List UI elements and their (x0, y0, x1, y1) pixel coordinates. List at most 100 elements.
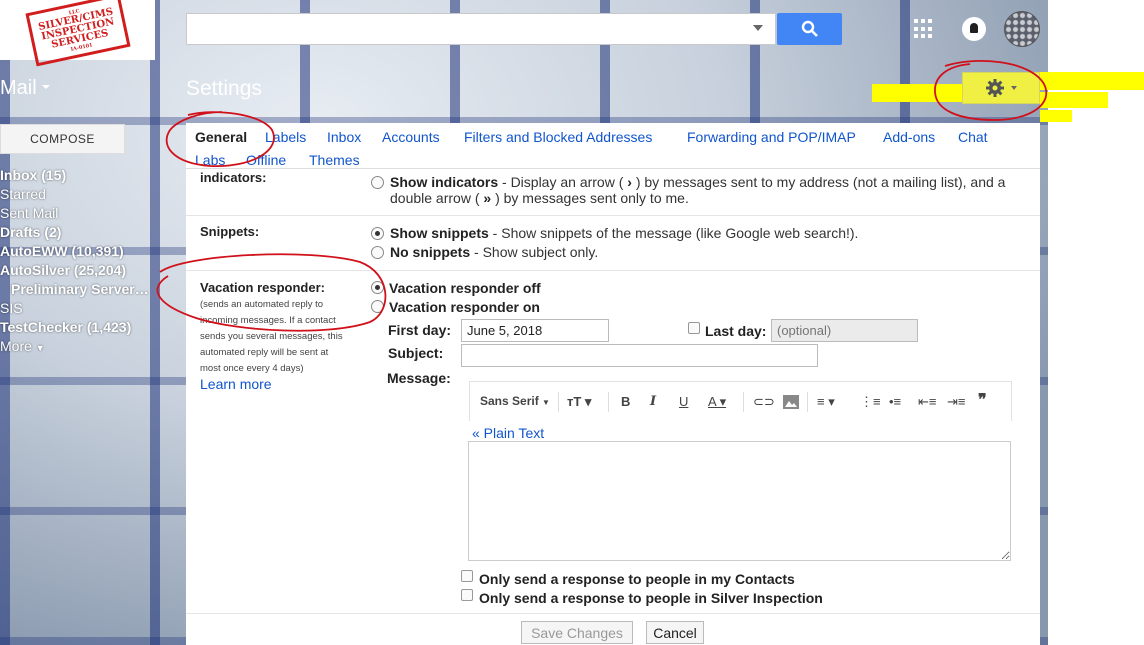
cancel-button[interactable]: Cancel (646, 621, 704, 644)
show-indicators-title: Show indicators (390, 174, 499, 190)
company-logo[interactable]: LLC SILVER/CIMS INSPECTION SERVICES IA-0… (0, 0, 155, 67)
toolbar-divider (608, 392, 609, 412)
show-snippets-title: Show snippets (390, 225, 489, 241)
vacation-on-radio[interactable] (371, 300, 384, 313)
sidebar-item-more[interactable]: More ▼ (0, 337, 186, 356)
indicators-text: ) by messages sent only to me. (491, 190, 689, 206)
first-day-label: First day: (388, 322, 452, 338)
toolbar-divider (807, 392, 808, 412)
indicators-text: - Display an arrow ( (498, 174, 628, 190)
search-options-dropdown-icon[interactable] (752, 24, 768, 36)
compose-button[interactable]: COMPOSE (0, 124, 125, 154)
sidebar-item-sis[interactable]: SIS (0, 299, 186, 318)
sidebar-item-sent-mail[interactable]: Sent Mail (0, 204, 186, 223)
avatar[interactable] (1004, 11, 1040, 47)
link-icon[interactable]: ⊂⊃ (753, 394, 775, 410)
indicators-label: indicators: (200, 170, 267, 185)
show-indicators-option-line2: double arrow ( » ) by messages sent only… (390, 190, 689, 206)
toolbar-divider (558, 392, 559, 412)
indent-more-icon[interactable]: ⇥≡ (947, 394, 965, 410)
font-family-value: Sans Serif (480, 394, 539, 408)
image-icon[interactable] (783, 395, 799, 412)
learn-more-link[interactable]: Learn more (200, 376, 272, 392)
save-changes-button[interactable]: Save Changes (521, 621, 633, 644)
sidebar-more-label: More (0, 338, 32, 354)
vacation-responder-label: Vacation responder: (200, 280, 325, 295)
tab-general[interactable]: General (195, 129, 247, 145)
align-icon[interactable]: ≡ ▾ (817, 394, 835, 410)
first-day-input[interactable] (461, 319, 609, 342)
show-indicators-option: Show indicators - Display an arrow ( › )… (390, 174, 1005, 190)
subject-input[interactable] (461, 344, 818, 367)
tab-themes[interactable]: Themes (309, 152, 360, 168)
show-indicators-radio[interactable] (371, 176, 384, 189)
page-title: Settings (186, 77, 262, 100)
show-snippets-option: Show snippets - Show snippets of the mes… (390, 225, 858, 241)
apps-grid-icon[interactable] (914, 19, 934, 39)
font-size-icon[interactable]: тT ▾ (567, 394, 591, 410)
description-line: (sends an automated reply to (200, 299, 324, 310)
quote-icon[interactable]: ❞ (978, 390, 987, 410)
indent-less-icon[interactable]: ⇤≡ (918, 394, 936, 410)
vacation-on-label: Vacation responder on (389, 299, 540, 315)
contacts-only-label: Only send a response to people in my Con… (479, 571, 795, 587)
sidebar-item-autosilver[interactable]: AutoSilver (25,204) (0, 261, 186, 280)
sidebar-item-preliminary-server[interactable]: Preliminary Server… (0, 280, 186, 299)
no-snippets-title: No snippets (390, 244, 471, 260)
domain-only-label: Only send a response to people in Silver… (479, 590, 823, 606)
settings-panel: General Labels Inbox Accounts Filters an… (186, 123, 1040, 645)
settings-tabs: General Labels Inbox Accounts Filters an… (186, 123, 1040, 169)
tab-inbox[interactable]: Inbox (327, 129, 361, 145)
bold-icon[interactable]: B (621, 394, 630, 409)
mail-app-switcher[interactable]: Mail (0, 77, 37, 100)
chevron-down-icon (1011, 86, 1017, 90)
tab-add-ons[interactable]: Add-ons (883, 129, 935, 145)
show-snippets-radio[interactable] (371, 227, 384, 240)
search-icon (801, 20, 818, 37)
tab-labels[interactable]: Labels (265, 129, 306, 145)
divider (186, 215, 1040, 216)
sidebar: Inbox (15) Starred Sent Mail Drafts (2) … (0, 166, 186, 356)
bulleted-list-icon[interactable]: •≡ (889, 394, 901, 409)
highlighter-mark (872, 84, 967, 102)
description-line: most once every 4 days) (200, 363, 304, 374)
sidebar-item-autoeww[interactable]: AutoEWW (10,391) (0, 242, 186, 261)
show-snippets-text: - Show snippets of the message (like Goo… (488, 225, 859, 241)
sidebar-item-starred[interactable]: Starred (0, 185, 186, 204)
font-family-select[interactable]: Sans Serif ▼ (480, 394, 550, 408)
search-input[interactable] (186, 13, 776, 45)
toolbar-divider (743, 392, 744, 412)
plain-text-link[interactable]: « Plain Text (472, 425, 544, 441)
last-day-input[interactable] (771, 319, 918, 342)
tab-labs[interactable]: Labs (195, 152, 225, 168)
tab-chat[interactable]: Chat (958, 129, 988, 145)
underline-icon[interactable]: U (679, 394, 688, 409)
sidebar-item-testchecker[interactable]: TestChecker (1,423) (0, 318, 186, 337)
search-button[interactable] (777, 13, 842, 45)
divider (186, 270, 1040, 271)
vacation-off-radio[interactable] (371, 281, 384, 294)
description-line: incoming messages. If a contact (200, 315, 336, 326)
tab-offline[interactable]: Offline (246, 152, 286, 168)
sidebar-item-drafts[interactable]: Drafts (2) (0, 223, 186, 242)
snippets-label: Snippets: (200, 224, 260, 239)
contacts-only-checkbox[interactable] (461, 570, 473, 582)
sidebar-item-inbox[interactable]: Inbox (15) (0, 166, 186, 185)
settings-button[interactable] (962, 72, 1040, 104)
tab-forwarding[interactable]: Forwarding and POP/IMAP (687, 129, 856, 145)
numbered-list-icon[interactable]: ⋮≡ (860, 394, 881, 410)
vacation-responder-description: (sends an automated reply to incoming me… (200, 297, 360, 377)
tab-accounts[interactable]: Accounts (382, 129, 440, 145)
chevron-down-icon[interactable] (42, 85, 50, 89)
italic-icon[interactable]: I (650, 394, 656, 409)
text-color-icon[interactable]: A ▾ (708, 394, 726, 410)
last-day-checkbox[interactable] (688, 322, 700, 334)
last-day-label: Last day: (705, 323, 767, 339)
app-window: LLC SILVER/CIMS INSPECTION SERVICES IA-0… (0, 0, 1144, 645)
indicators-text: double arrow ( (390, 190, 484, 206)
message-editor[interactable] (468, 441, 1011, 561)
tab-filters[interactable]: Filters and Blocked Addresses (464, 129, 652, 145)
domain-only-checkbox[interactable] (461, 589, 473, 601)
no-snippets-radio[interactable] (371, 246, 384, 259)
bell-icon[interactable] (962, 17, 986, 41)
